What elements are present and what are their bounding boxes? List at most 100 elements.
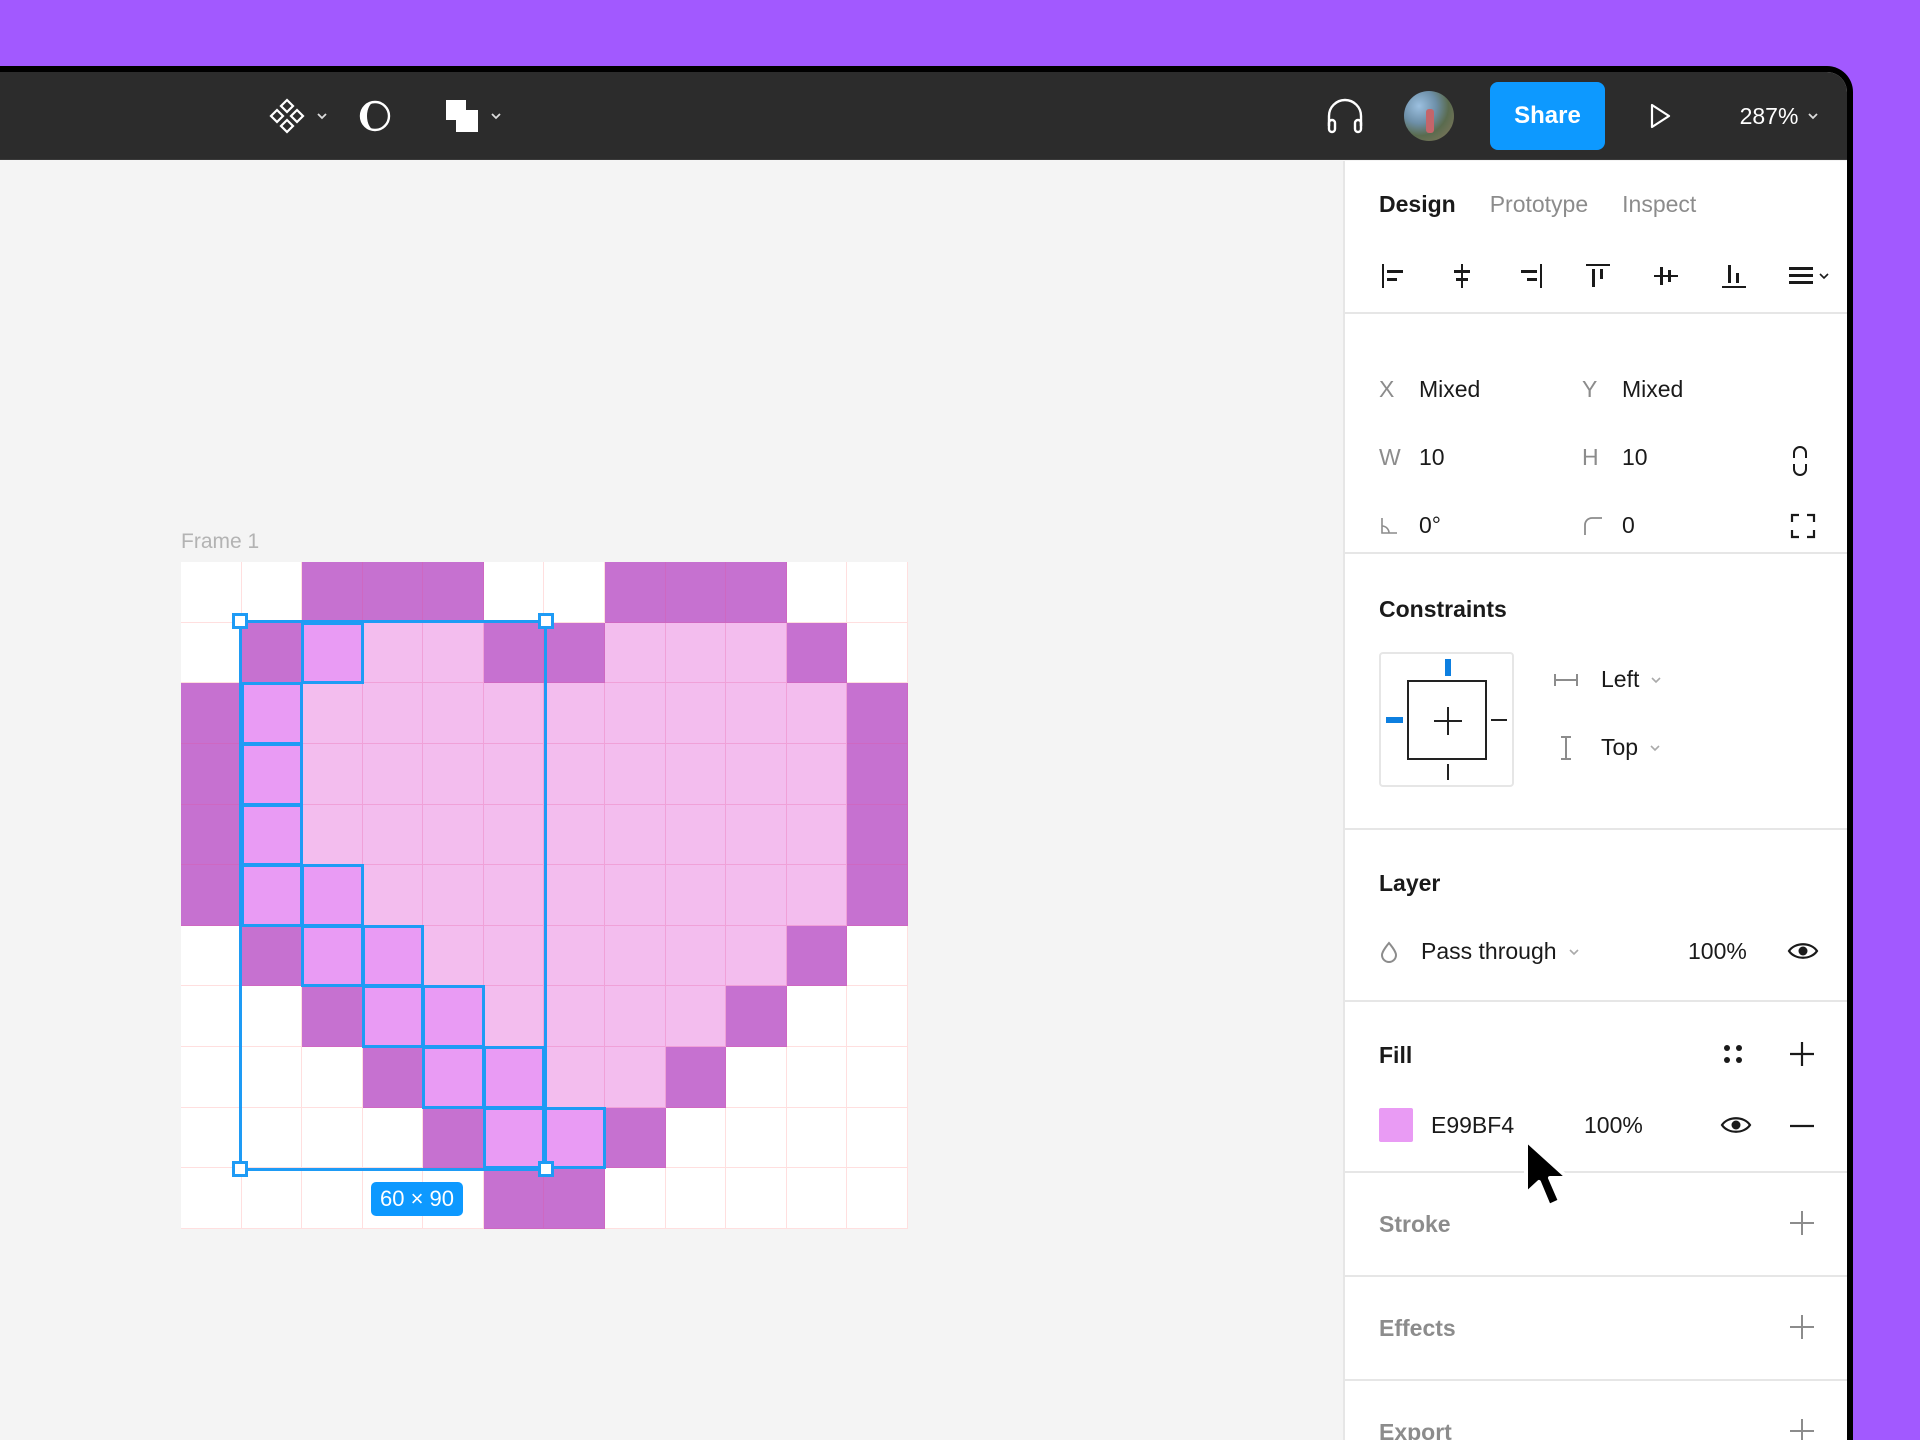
pixel-cell[interactable] (423, 1047, 484, 1108)
align-horizontal-center-icon[interactable] (1447, 261, 1477, 291)
pixel-cell[interactable] (847, 562, 908, 623)
pixel-cell[interactable] (544, 865, 605, 926)
height-field[interactable]: H 10 (1572, 444, 1648, 471)
add-fill-icon[interactable] (1788, 1040, 1816, 1068)
distribute-dropdown[interactable] (1787, 261, 1831, 291)
pixel-cell[interactable] (605, 744, 666, 805)
fill-visibility-eye-icon[interactable] (1720, 1114, 1752, 1136)
pixel-cell[interactable] (484, 865, 545, 926)
pixel-cell[interactable] (847, 623, 908, 684)
pixel-cell[interactable] (242, 1047, 303, 1108)
pixel-cell[interactable] (605, 1047, 666, 1108)
pixel-cell[interactable] (242, 986, 303, 1047)
vertical-constraint-dropdown[interactable]: Top (1553, 734, 1662, 761)
tab-inspect[interactable]: Inspect (1622, 191, 1696, 218)
pixel-cell[interactable] (363, 744, 424, 805)
pixel-cell[interactable] (666, 562, 727, 623)
pixel-cell[interactable] (181, 926, 242, 987)
pixel-cell[interactable] (847, 865, 908, 926)
tab-prototype[interactable]: Prototype (1490, 191, 1588, 218)
pixel-cell[interactable] (544, 1047, 605, 1108)
pixel-cell[interactable] (181, 562, 242, 623)
pixel-cell[interactable] (363, 1168, 424, 1229)
constraint-right[interactable] (1491, 719, 1507, 721)
pixel-cell[interactable] (787, 805, 848, 866)
zoom-dropdown[interactable]: 287% (1730, 72, 1830, 160)
pixel-cell[interactable] (666, 744, 727, 805)
add-export-icon[interactable] (1788, 1417, 1816, 1440)
align-bottom-icon[interactable] (1719, 261, 1749, 291)
pixel-cell[interactable] (484, 744, 545, 805)
pixel-cell[interactable] (847, 1168, 908, 1229)
pixel-cell[interactable] (726, 683, 787, 744)
pixel-cell[interactable] (544, 683, 605, 744)
pixel-cell[interactable] (666, 926, 727, 987)
pixel-cell[interactable] (363, 623, 424, 684)
pixel-cell[interactable] (605, 986, 666, 1047)
pixel-cell[interactable] (242, 865, 303, 926)
pixel-cell[interactable] (423, 1168, 484, 1229)
pixel-cell[interactable] (181, 986, 242, 1047)
boolean-operations-button[interactable] (438, 72, 508, 160)
pixel-cell[interactable] (302, 683, 363, 744)
pixel-cell[interactable] (484, 1168, 545, 1229)
tab-design[interactable]: Design (1379, 191, 1456, 218)
pixel-cell[interactable] (666, 986, 727, 1047)
pixel-cell[interactable] (484, 683, 545, 744)
pixel-cell[interactable] (847, 683, 908, 744)
pixel-cell[interactable] (726, 986, 787, 1047)
pixel-cell[interactable] (787, 1108, 848, 1169)
pixel-cell[interactable] (544, 1108, 605, 1169)
pixel-cell[interactable] (242, 1108, 303, 1169)
pixel-cell[interactable] (302, 1168, 363, 1229)
pixel-cell[interactable] (181, 744, 242, 805)
align-right-icon[interactable] (1515, 261, 1545, 291)
y-field[interactable]: Y Mixed (1572, 376, 1683, 403)
pixel-cell[interactable] (302, 562, 363, 623)
frame-label[interactable]: Frame 1 (181, 530, 259, 554)
x-field[interactable]: X Mixed (1369, 376, 1480, 403)
pixel-cell[interactable] (423, 562, 484, 623)
pixel-cell[interactable] (544, 744, 605, 805)
pixel-cell[interactable] (242, 562, 303, 623)
pixel-cell[interactable] (484, 805, 545, 866)
add-stroke-icon[interactable] (1788, 1209, 1816, 1237)
frame-1[interactable] (181, 562, 908, 1229)
pixel-cell[interactable] (787, 1168, 848, 1229)
pixel-cell[interactable] (666, 683, 727, 744)
pixel-cell[interactable] (544, 926, 605, 987)
pixel-cell[interactable] (484, 926, 545, 987)
pixel-cell[interactable] (605, 1108, 666, 1169)
constraint-top-active[interactable] (1445, 659, 1451, 676)
pixel-cell[interactable] (605, 1168, 666, 1229)
x-value[interactable]: Mixed (1419, 376, 1480, 403)
pixel-cell[interactable] (423, 744, 484, 805)
user-avatar-button[interactable] (1402, 72, 1456, 160)
pixel-cell[interactable] (302, 744, 363, 805)
pixel-cell[interactable] (363, 805, 424, 866)
pixel-cell[interactable] (242, 926, 303, 987)
pixel-cell[interactable] (726, 805, 787, 866)
pixel-cell[interactable] (363, 986, 424, 1047)
corner-radius-field[interactable]: 0 (1572, 512, 1635, 539)
pixel-cell[interactable] (726, 926, 787, 987)
pixel-cell[interactable] (605, 683, 666, 744)
pixel-cell[interactable] (363, 562, 424, 623)
pixel-cell[interactable] (666, 1047, 727, 1108)
align-vertical-center-icon[interactable] (1651, 261, 1681, 291)
canvas[interactable]: Frame 1 60 × 90 (0, 161, 1343, 1440)
pixel-cell[interactable] (605, 623, 666, 684)
rotation-field[interactable]: 0° (1369, 512, 1441, 539)
constraint-bottom[interactable] (1447, 764, 1449, 780)
pixel-cell[interactable] (726, 623, 787, 684)
pixel-cell[interactable] (423, 865, 484, 926)
pixel-cell[interactable] (787, 986, 848, 1047)
present-button[interactable] (1640, 72, 1680, 160)
pixel-cell[interactable] (181, 623, 242, 684)
pixel-cell[interactable] (302, 623, 363, 684)
share-button[interactable]: Share (1490, 82, 1605, 150)
pixel-cell[interactable] (181, 1108, 242, 1169)
pixel-cell[interactable] (787, 562, 848, 623)
y-value[interactable]: Mixed (1622, 376, 1683, 403)
pixel-cell[interactable] (544, 805, 605, 866)
